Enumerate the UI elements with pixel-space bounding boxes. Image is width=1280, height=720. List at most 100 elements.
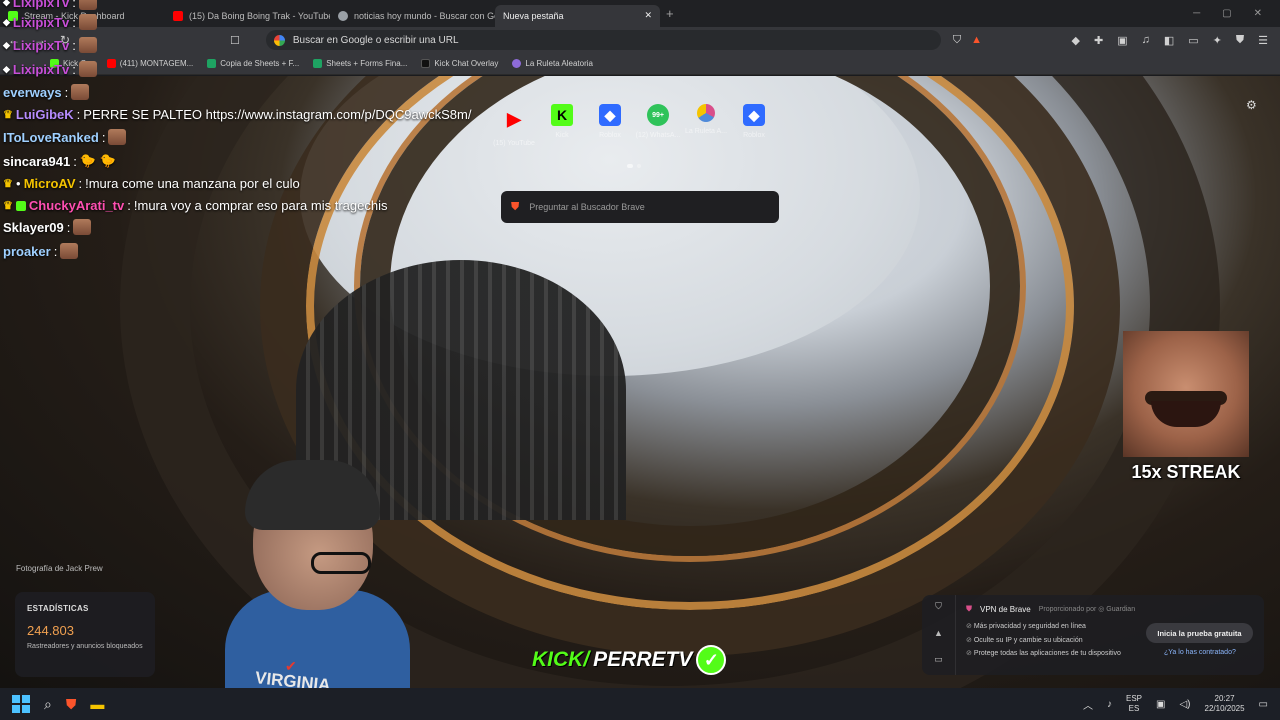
music-icon[interactable]: ♫ bbox=[1142, 34, 1150, 47]
bookmark-label: La Ruleta Aleatoria bbox=[525, 59, 593, 68]
microphone-icon[interactable]: ♪ bbox=[1107, 699, 1112, 710]
close-window-icon[interactable]: ✕ bbox=[1254, 8, 1262, 19]
minimize-icon[interactable]: ─ bbox=[1193, 8, 1200, 19]
brave-search-box[interactable]: ⛊ Preguntar al Buscador Brave bbox=[501, 191, 779, 223]
verified-icon: ◆ bbox=[3, 16, 10, 27]
brave-rewards-icon[interactable]: ▲ bbox=[971, 34, 982, 46]
verified-icon: ◆ bbox=[3, 63, 10, 74]
menu-icon[interactable]: ☰ bbox=[1258, 34, 1268, 47]
keyboard-layout: ES bbox=[1128, 704, 1140, 713]
emote-mouth bbox=[1151, 401, 1221, 427]
bookmark-item[interactable]: (411) MONTAGEM... bbox=[106, 59, 194, 68]
chat-message: ◆ LixipixTv: bbox=[3, 0, 97, 10]
chevron-up-icon[interactable]: ︿ bbox=[1083, 697, 1093, 712]
chat-username: LixipixTv bbox=[12, 37, 70, 53]
shortcut-pagination bbox=[627, 164, 641, 168]
new-tab-button[interactable]: + bbox=[666, 6, 674, 21]
tab-label: (15) Da Boing Boing Trak - YouTube bbox=[189, 10, 330, 21]
chat-username: LixipixTv bbox=[12, 0, 70, 10]
extension-icon[interactable]: ◆ bbox=[1072, 34, 1080, 47]
chat-username: sincara941 bbox=[3, 153, 71, 169]
photo-credit[interactable]: Fotografía de Jack Prew bbox=[16, 564, 103, 573]
chat-message: ◆ LixipixTv: bbox=[3, 14, 97, 30]
youtube-icon bbox=[106, 59, 116, 68]
streamer-hair bbox=[245, 460, 380, 530]
chat-message: everways: bbox=[3, 84, 90, 100]
roulette-icon bbox=[697, 104, 715, 122]
bookmark-icon[interactable]: ☐ bbox=[230, 34, 240, 47]
clock[interactable]: 20:27 22/10/2025 bbox=[1205, 694, 1245, 714]
bookmark-item[interactable]: Copia de Sheets + F... bbox=[207, 59, 299, 68]
emote-icon bbox=[78, 0, 97, 10]
windows-start-icon[interactable] bbox=[12, 695, 30, 713]
chat-text: !mura voy a comprar eso para mis tragech… bbox=[133, 198, 388, 213]
search-icon[interactable]: ⌕ bbox=[44, 696, 52, 713]
leo-icon[interactable]: ✦ bbox=[1213, 34, 1222, 47]
clock-time: 20:27 bbox=[1214, 694, 1235, 703]
tab-label: noticias hoy mundo - Buscar con Go... bbox=[354, 10, 495, 21]
shortcut-ruleta[interactable]: La Ruleta A... bbox=[685, 104, 727, 147]
shortcut-youtube[interactable]: ▶ (15) YouTube bbox=[493, 104, 535, 148]
screen: Fotografía de Jack Prew Stream - Kick Da… bbox=[0, 0, 1280, 720]
kick-logo-text: KICK/ bbox=[532, 648, 590, 671]
gear-icon[interactable]: ⚙ bbox=[1246, 98, 1257, 112]
notification-icon[interactable]: ▭ bbox=[1259, 699, 1268, 710]
rewards-icon[interactable]: ▲ bbox=[934, 628, 943, 638]
tab-new-tab[interactable]: Nueva pestaña ✕ bbox=[495, 4, 660, 27]
bookmark-label: (411) MONTAGEM... bbox=[119, 59, 194, 68]
bookmarks-bar: Kick C... (411) MONTAGEM... Copia de She… bbox=[0, 53, 1280, 75]
already-purchased-link[interactable]: ¿Ya lo has contratado? bbox=[1164, 649, 1236, 656]
windows-taskbar: ⌕ ⛊ ▬ ︿ ♪ ESP ES ▣ ◁) 20:27 22/10/2025 ▭ bbox=[0, 688, 1280, 720]
roblox-icon: ◆ bbox=[599, 104, 621, 126]
close-tab-icon[interactable]: ✕ bbox=[644, 10, 652, 21]
network-icon[interactable]: ▣ bbox=[1156, 699, 1165, 710]
chat-text: !mura come una manzana por el culo bbox=[85, 176, 300, 191]
crown-icon: ♛ bbox=[3, 109, 13, 121]
chat-username: ChuckyArati_tv bbox=[28, 198, 125, 213]
vpn-icon[interactable]: ⛊ bbox=[1236, 34, 1244, 47]
streak-label: 15x STREAK bbox=[1131, 462, 1241, 482]
chat-message: IToLoveRanked: bbox=[3, 129, 127, 145]
wallet-icon[interactable]: ▭ bbox=[1188, 34, 1198, 47]
maximize-icon[interactable]: ▢ bbox=[1222, 8, 1231, 19]
roulette-icon bbox=[512, 59, 522, 68]
chat-username: IToLoveRanked bbox=[3, 129, 99, 145]
brave-browser-icon[interactable]: ⛊ bbox=[66, 696, 77, 713]
crown-icon: ♛ bbox=[3, 178, 13, 190]
bookmark-item[interactable]: Sheets + Forms Fina... bbox=[313, 59, 407, 68]
emote-icon bbox=[71, 84, 90, 100]
chat-message: ♛ ● MicroAV: !mura come una manzana por … bbox=[3, 176, 300, 191]
bookmark-item[interactable]: La Ruleta Aleatoria bbox=[512, 59, 593, 68]
bookmark-item[interactable]: Kick Chat Overlay bbox=[421, 59, 498, 68]
shortcut-label: Roblox bbox=[743, 132, 765, 139]
page-dot[interactable] bbox=[637, 164, 641, 168]
tab-strip: Stream - Kick Dashboard (15) Da Boing Bo… bbox=[0, 0, 1280, 27]
tab-youtube[interactable]: (15) Da Boing Boing Trak - YouTube bbox=[165, 5, 330, 27]
brave-shields-icon[interactable]: ⛉ bbox=[953, 34, 961, 47]
sidebar-icon[interactable]: ◧ bbox=[1164, 34, 1174, 47]
browser-toolbar: ← → ↻ ☐ Buscar en Google o escribir una … bbox=[0, 27, 1280, 53]
screenshot-icon[interactable]: ▣ bbox=[1117, 34, 1127, 47]
shortcut-roblox-2[interactable]: ◆ Roblox bbox=[737, 104, 771, 147]
tab-google-search[interactable]: noticias hoy mundo - Buscar con Go... bbox=[330, 5, 495, 27]
puzzle-icon[interactable]: ✚ bbox=[1094, 34, 1103, 47]
start-trial-button[interactable]: Inicia la prueba gratuita bbox=[1146, 623, 1253, 643]
shortcut-kick[interactable]: K Kick bbox=[545, 104, 579, 147]
shortcut-roblox[interactable]: ◆ Roblox bbox=[593, 104, 627, 147]
volume-icon[interactable]: ◁) bbox=[1179, 699, 1190, 710]
file-explorer-icon[interactable]: ▬ bbox=[90, 696, 104, 712]
crown-icon: ♛ bbox=[3, 200, 13, 212]
address-bar[interactable]: Buscar en Google o escribir una URL bbox=[265, 30, 941, 50]
language-indicator[interactable]: ESP ES bbox=[1126, 694, 1142, 714]
vpn-logo-icon: ⛊ bbox=[966, 604, 972, 613]
chat-message: ♛ LuiGibeK: PERRE SE PALTEO https://www.… bbox=[3, 107, 472, 122]
chat-emotes: 🐤 🐤 bbox=[79, 153, 116, 168]
page-dot[interactable] bbox=[627, 164, 633, 168]
vpn-shield-icon[interactable]: ⛉ bbox=[935, 601, 942, 612]
extension-icons: ◆ ✚ ▣ ♫ ◧ ▭ ✦ ⛊ ☰ bbox=[1072, 34, 1280, 47]
vpn-feature: Protege todas las aplicaciones de tu dis… bbox=[966, 647, 1121, 661]
shortcut-whatsapp[interactable]: 99+ (12) WhatsA... bbox=[636, 104, 680, 147]
chat-username: Sklayer09 bbox=[3, 219, 64, 235]
stats-description: Rastreadores y anuncios bloqueados bbox=[27, 643, 143, 650]
news-icon[interactable]: ▭ bbox=[934, 654, 943, 665]
